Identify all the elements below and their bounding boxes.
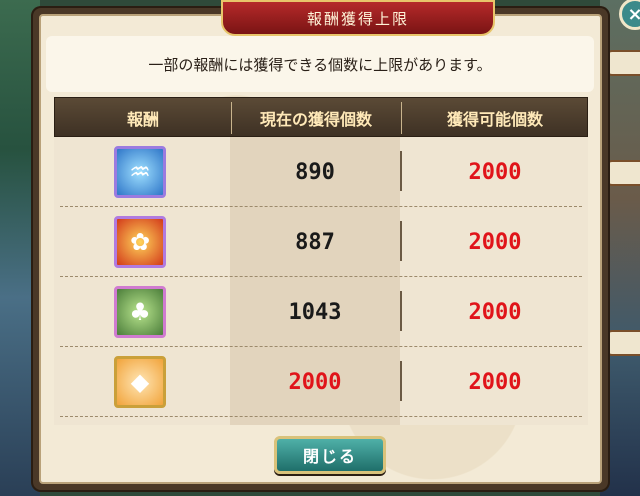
table-header: 報酬 現在の獲得個数 獲得可能個数	[54, 97, 588, 137]
blue-mermaid-character-icon: ♒	[114, 146, 166, 198]
max-count: 2000	[468, 159, 522, 185]
max-count: 2000	[468, 299, 522, 325]
dialog-title: 報酬獲得上限	[221, 0, 495, 36]
row-divider	[60, 416, 582, 417]
header-max-count: 獲得可能個数	[446, 110, 543, 129]
side-tab-3[interactable]	[606, 330, 640, 356]
max-count: 2000	[468, 229, 522, 255]
current-count: 887	[295, 229, 335, 255]
side-tab-2[interactable]	[606, 160, 640, 186]
pink-fish-character-icon: ◆	[114, 356, 166, 408]
table-row: ◆ 2000 2000	[54, 347, 588, 417]
limit-notice: 一部の報酬には獲得できる個数に上限があります。	[46, 36, 594, 92]
red-flower-character-icon: ✿	[114, 216, 166, 268]
reward-table: 報酬 現在の獲得個数 獲得可能個数 ♒ 890 2000 ✿ 887 2000 …	[54, 97, 588, 425]
current-count: 2000	[288, 369, 342, 395]
table-row: ♒ 890 2000	[54, 137, 588, 207]
header-current-count: 現在の獲得個数	[259, 110, 372, 129]
reward-limit-dialog: 報酬獲得上限 × 一部の報酬には獲得できる個数に上限があります。 報酬 現在の獲…	[31, 0, 640, 492]
green-hooded-character-icon: ♣	[114, 286, 166, 338]
table-row: ✿ 887 2000	[54, 207, 588, 277]
max-count: 2000	[468, 369, 522, 395]
header-reward: 報酬	[126, 110, 159, 129]
table-row: ♣ 1043 2000	[54, 277, 588, 347]
side-tab-1[interactable]	[606, 50, 640, 76]
close-button[interactable]: 閉じる	[274, 436, 386, 474]
current-count: 1043	[288, 299, 342, 325]
current-count: 890	[295, 159, 335, 185]
